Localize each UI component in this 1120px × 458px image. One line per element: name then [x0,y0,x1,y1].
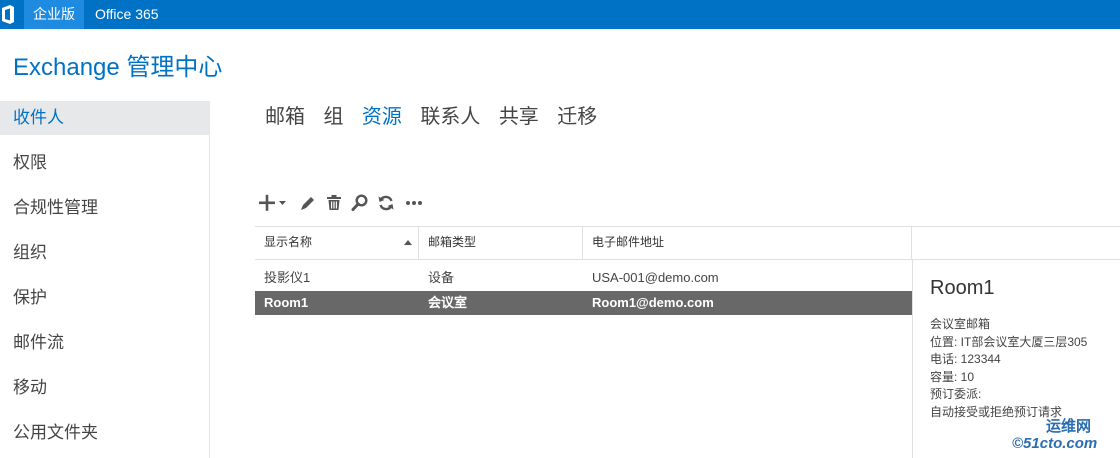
details-line: 会议室邮箱 [930,317,991,331]
tab-resources[interactable]: 资源 [362,102,402,132]
top-bar: 企业版 Office 365 [0,0,1120,29]
edit-icon[interactable] [298,190,320,216]
cell-email-address: Room1@demo.com [592,295,714,310]
page-title: Exchange 管理中心 [13,54,223,81]
table-row[interactable]: 投影仪1 设备 USA-001@demo.com [255,266,912,290]
office-logo-icon[interactable] [0,4,16,25]
tab-mailboxes[interactable]: 邮箱 [265,102,305,132]
table-row-selected[interactable]: Room1 会议室 Room1@demo.com [255,291,912,315]
column-header-label: 电子邮件地址 [592,235,665,249]
details-info: 会议室邮箱 位置: IT部会议室大厦三层305 电话: 123344 容量: 1… [930,316,1087,421]
tab-groups[interactable]: 组 [323,102,343,132]
details-title: Room1 [930,277,995,299]
refresh-icon[interactable] [376,190,398,216]
tab-migration[interactable]: 迁移 [557,102,597,132]
tab-shared[interactable]: 共享 [499,102,539,132]
sidebar-item-recipients[interactable]: 收件人 [0,101,210,135]
column-header-email-address[interactable]: 电子邮件地址 [583,227,912,259]
sort-ascending-icon [404,240,412,245]
watermark-text: 运维网 [1046,418,1092,435]
column-header-display-name[interactable]: 显示名称 [255,227,419,259]
column-header-label: 邮箱类型 [428,235,477,249]
cell-email-address: USA-001@demo.com [592,270,719,285]
delete-icon[interactable] [324,190,346,216]
tab-contacts[interactable]: 联系人 [420,102,480,132]
watermark-text: ©51cto.com [1012,435,1098,452]
details-line: 位置: IT部会议室大厦三层305 [930,334,1088,349]
sidebar-item-mail-flow[interactable]: 邮件流 [0,326,210,360]
details-line: 电话: 123344 [930,352,1001,366]
sidebar: 收件人 权限 合规性管理 组织 保护 邮件流 移动 公用文件夹 [0,101,210,458]
cell-display-name: Room1 [264,295,309,310]
details-line: 预订委派: [930,387,982,401]
more-icon[interactable] [404,190,426,216]
sidebar-item-permissions[interactable]: 权限 [0,146,210,180]
cell-mailbox-type: 设备 [428,270,455,285]
sidebar-item-public-folders[interactable]: 公用文件夹 [0,416,210,450]
sidebar-item-organization[interactable]: 组织 [0,236,210,270]
column-header-mailbox-type[interactable]: 邮箱类型 [419,227,583,259]
sidebar-item-mobile[interactable]: 移动 [0,371,210,405]
sidebar-item-compliance[interactable]: 合规性管理 [0,191,210,225]
watermark: 运维网 ©51cto.com [1012,415,1120,458]
table-header: 显示名称 邮箱类型 电子邮件地址 [255,226,1120,260]
column-header-label: 显示名称 [264,235,313,249]
tab-enterprise[interactable]: 企业版 [24,0,84,29]
add-icon[interactable] [258,190,290,216]
cell-display-name: 投影仪1 [264,270,311,285]
cell-mailbox-type: 会议室 [428,295,468,310]
sub-tabs: 邮箱 组 资源 联系人 共享 迁移 [265,102,611,132]
sidebar-item-protection[interactable]: 保护 [0,281,210,315]
tab-office-365[interactable]: Office 365 [95,0,159,29]
details-line: 容量: 10 [930,369,975,384]
search-icon[interactable] [350,190,372,216]
